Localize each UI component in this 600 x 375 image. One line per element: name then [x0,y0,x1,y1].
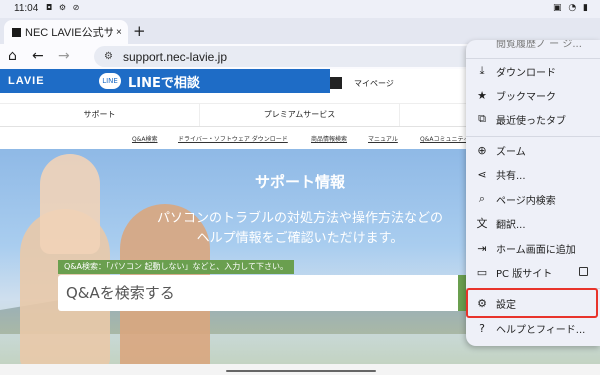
menu-label: 閲覧履歴ノ ー ジ... [496,40,582,50]
status-notification-icons: ◘ ⚙ ⊘ [46,3,82,12]
menu-label: ダウンロード [496,67,556,79]
menu-item-bookmarks[interactable]: ★ ブックマーク [466,83,600,107]
lavie-logo[interactable]: LAVIE [8,75,45,87]
home-button[interactable]: ⌂ [8,47,17,65]
find-icon: ⌕ [478,192,486,205]
recent-tabs-icon: ⧉ [478,112,486,125]
browser-tab[interactable]: NEC LAVIE公式サイ × [4,20,128,44]
site-settings-icon[interactable]: ⚙ [104,51,113,62]
line-consult-link[interactable]: LINEで相談 [128,72,200,91]
nav-premium[interactable]: プレミアムサービス [200,104,400,126]
desktop-icon: ▭ [476,265,488,279]
status-bar: 11:04 ◘ ⚙ ⊘ ▣ ◔ ▮ [0,0,600,18]
address-bar[interactable]: ⚙ support.nec-lavie.jp [94,46,514,67]
subnav-product-info[interactable]: 商品情報検索 [311,134,347,143]
status-time: 11:04 [14,3,39,14]
settings-highlight-box [466,288,598,318]
nav-support[interactable]: サポート [0,104,200,126]
menu-item-downloads[interactable]: ⤓ ダウンロード [466,59,600,83]
menu-item-add-to-home[interactable]: ⇥ ホーム画面に追加 [466,236,600,260]
new-tab-button[interactable]: + [133,22,146,40]
subnav-driver-download[interactable]: ドライバー・ソフトウェア ダウンロード [178,134,288,143]
menu-item-share[interactable]: ⋖ 共有... [466,162,600,186]
url-text: support.nec-lavie.jp [122,49,228,64]
menu-label: ブックマーク [496,91,556,103]
menu-label: ヘルプとフィード... [496,324,586,336]
tab-close-icon[interactable]: × [116,27,122,38]
menu-label: ページ内検索 [496,195,556,207]
navigation-bar [0,364,600,375]
header-button[interactable] [330,77,342,89]
translate-icon: 文 [476,217,488,230]
menu-item-help[interactable]: ? ヘルプとフィード... [466,316,600,340]
menu-label: ズーム [496,146,526,158]
share-icon: ⋖ [477,167,487,181]
menu-label: ホーム画面に追加 [496,244,576,256]
zoom-icon: ⊕ [477,143,487,157]
forward-button[interactable]: → [58,47,70,65]
menu-label: 翻訳... [496,219,526,231]
brand-banner[interactable]: LAVIE LINE LINEで相談 [0,69,330,93]
back-button[interactable]: ← [32,47,44,65]
menu-item-recent-tabs[interactable]: ⧉ 最近使ったタブ [466,107,600,131]
qa-search-input[interactable]: Q&Aを検索する [58,275,473,311]
menu-label: 共有... [496,170,526,182]
menu-item-find-in-page[interactable]: ⌕ ページ内検索 [466,187,600,211]
subnav-qa-search[interactable]: Q&A検索 [132,134,158,143]
subnav-qa-community[interactable]: Q&Aコミュニティ [420,134,469,143]
subnav-manual[interactable]: マニュアル [368,134,398,143]
site-favicon-icon [12,27,21,37]
search-tip: Q&A検索：「パソコン 起動しない」などと、入力して下さい。 [58,260,294,274]
menu-item-desktop-site[interactable]: ▭ PC 版サイト [466,260,600,284]
download-icon: ⤓ [479,64,485,77]
help-icon: ? [479,321,485,335]
line-chat-icon: LINE [99,73,121,89]
star-icon: ★ [477,88,487,102]
desktop-site-checkbox[interactable] [579,267,588,276]
mypage-link[interactable]: マイページ [354,78,394,89]
add-to-home-icon: ⇥ [477,241,487,255]
home-gesture-handle[interactable] [226,370,376,372]
tab-title: NEC LAVIE公式サイ [25,27,113,39]
menu-item-history[interactable]: 閲覧履歴ノ ー ジ... [466,40,600,54]
status-system-icons: ▣ ◔ ▮ [552,3,590,13]
menu-item-zoom[interactable]: ⊕ ズーム [466,138,600,162]
menu-label: 最近使ったタブ [496,115,566,127]
menu-label: PC 版サイト [496,268,553,280]
menu-item-translate[interactable]: 文 翻訳... [466,211,600,235]
